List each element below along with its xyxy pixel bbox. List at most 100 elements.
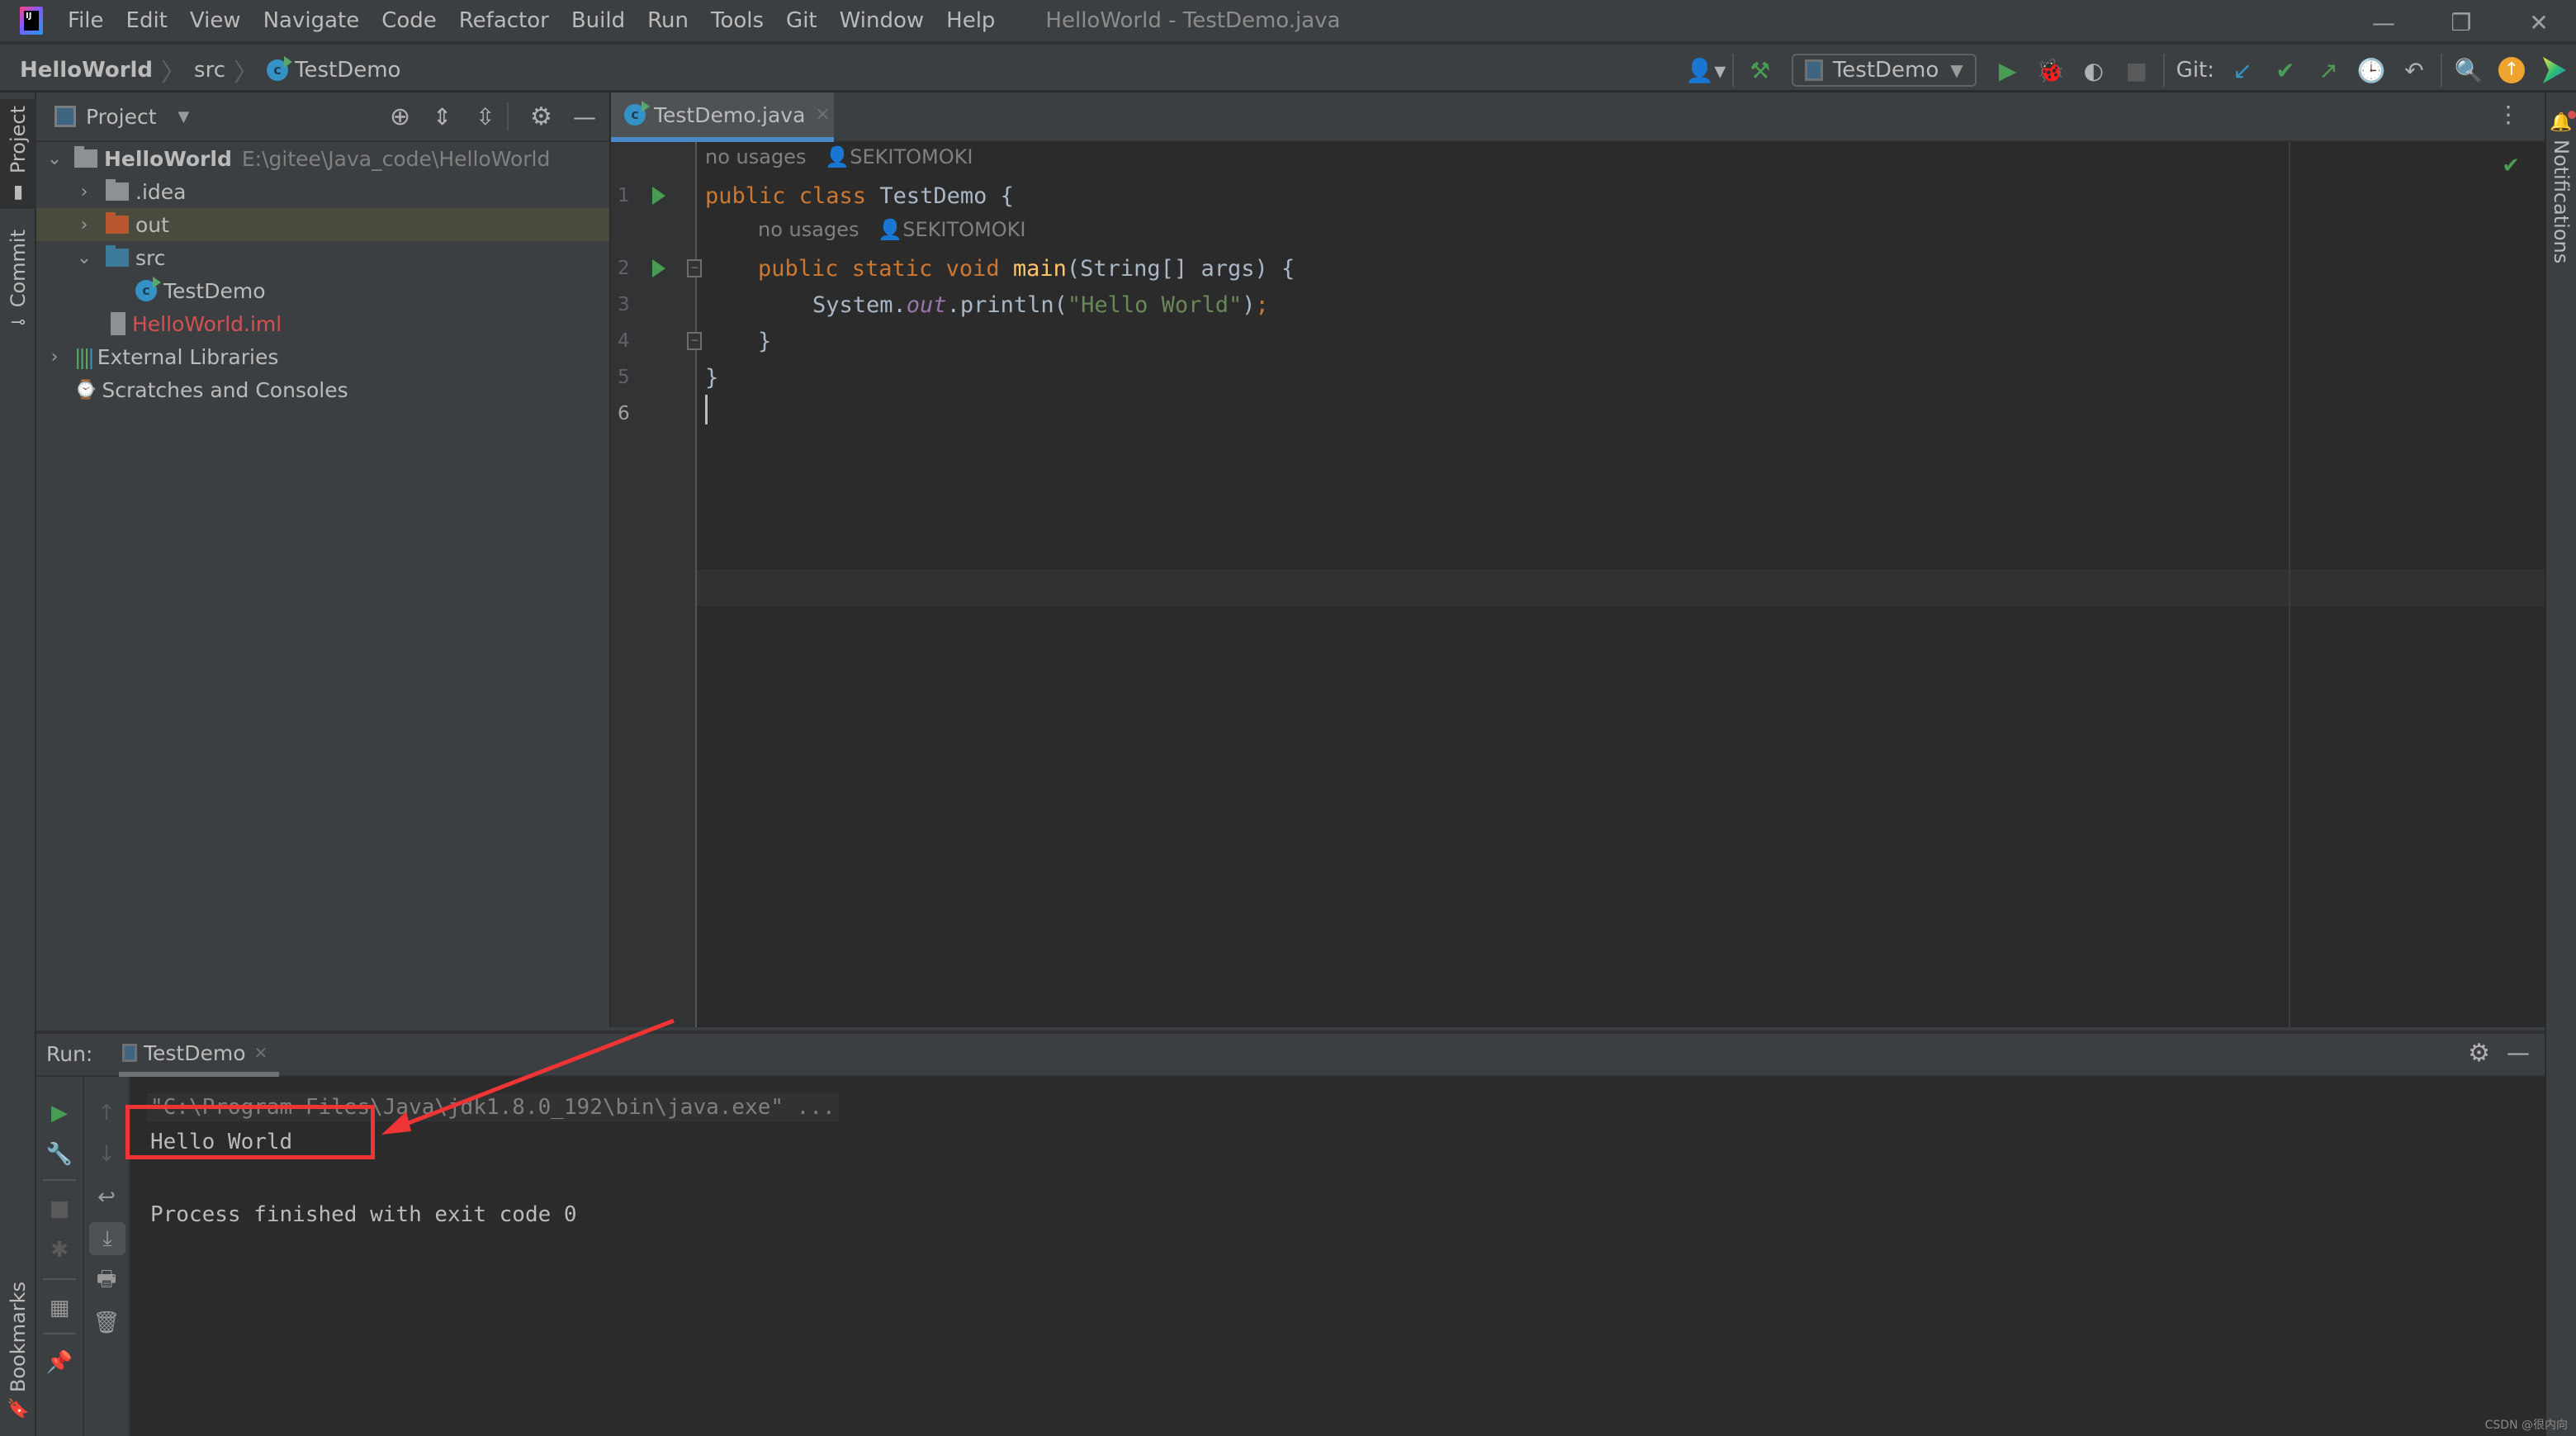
tab-testdemo-java[interactable]: c TestDemo.java ✕ xyxy=(611,92,834,142)
rollback-icon: ↶ xyxy=(2404,56,2424,84)
close-window-button[interactable]: ✕ xyxy=(2502,0,2576,45)
hide-panel-icon[interactable]: — xyxy=(573,103,596,130)
menu-code[interactable]: Code xyxy=(381,8,437,33)
close-tab-icon[interactable]: ✕ xyxy=(254,1043,268,1063)
scroll-up-button[interactable]: ↑ xyxy=(84,1097,129,1130)
restore-button[interactable]: ❐ xyxy=(2424,0,2498,45)
folder-icon: ▮ xyxy=(12,182,24,203)
menu-build[interactable]: Build xyxy=(571,8,625,33)
search-button[interactable]: 🔍 xyxy=(2447,48,2490,92)
run-class-gutter-icon[interactable] xyxy=(652,187,665,205)
scroll-down-button[interactable]: ↓ xyxy=(84,1138,129,1171)
menu-edit[interactable]: Edit xyxy=(126,8,168,33)
menu-run[interactable]: Run xyxy=(647,8,689,33)
git-update-button[interactable]: ↙ xyxy=(2221,48,2264,92)
chevron-expanded-icon[interactable]: ⌄ xyxy=(76,248,92,268)
line-number: 4 xyxy=(618,330,630,352)
settings-gear-icon[interactable]: ⚙ xyxy=(530,102,552,131)
layout-button[interactable]: ▦ xyxy=(36,1291,83,1325)
soft-wrap-button[interactable]: ↩ xyxy=(84,1181,129,1214)
minimize-button[interactable]: — xyxy=(2346,0,2421,45)
coverage-button[interactable]: ◐ xyxy=(2072,48,2115,92)
git-push-button[interactable]: ↗ xyxy=(2307,48,2350,92)
locate-file-icon[interactable]: ⊕ xyxy=(390,102,410,131)
chevron-expanded-icon[interactable]: ⌄ xyxy=(46,149,63,169)
run-main-gutter-icon[interactable] xyxy=(652,259,665,277)
expand-all-icon[interactable]: ⇕ xyxy=(433,103,452,130)
code-vision-inlay[interactable]: no usages 👤SEKITOMOKI xyxy=(758,218,1025,241)
chevron-right-icon[interactable]: › xyxy=(76,182,92,202)
author-hint[interactable]: SEKITOMOKI xyxy=(850,145,973,168)
print-button[interactable]: 🖶 xyxy=(84,1265,129,1298)
run-console-output[interactable]: "C:\Program Files\Java\jdk1.8.0_192\bin\… xyxy=(130,1077,2545,1436)
user-button[interactable]: 👤▾ xyxy=(1684,48,1727,92)
tree-item-src[interactable]: ⌄ src xyxy=(36,241,609,274)
no-problems-check-icon[interactable]: ✔ xyxy=(2502,154,2520,178)
settings-gear-icon[interactable]: ⚙ xyxy=(2468,1039,2490,1068)
clear-all-button[interactable]: 🗑 xyxy=(84,1306,129,1339)
project-tree: ⌄ HelloWorld E:\gitee\Java_code\HelloWor… xyxy=(36,142,609,406)
update-button[interactable]: ↑ xyxy=(2490,48,2533,92)
menu-tools[interactable]: Tools xyxy=(711,8,764,33)
code-editor[interactable]: 1 2 3 4 5 6 − − ✔ no usages 👤SEKITOMOKI … xyxy=(611,142,2545,1027)
tree-item-helloworld[interactable]: ⌄ HelloWorld E:\gitee\Java_code\HelloWor… xyxy=(36,142,609,175)
usages-hint[interactable]: no usages xyxy=(705,145,806,168)
tool-tab-notifications[interactable]: 🔔 Notifications xyxy=(2546,111,2576,263)
run-config-select[interactable]: TestDemo ▼ xyxy=(1791,54,1977,87)
tree-item-out[interactable]: › out xyxy=(36,208,609,241)
breadcrumb-src[interactable]: src xyxy=(194,58,225,83)
menu-view[interactable]: View xyxy=(190,8,241,33)
debug-attach-button[interactable]: ✱ xyxy=(36,1234,83,1267)
rollback-button[interactable]: ↶ xyxy=(2393,48,2436,92)
tree-item-external-libraries[interactable]: › |||| External Libraries xyxy=(36,340,609,373)
title-menu-bar: IJ File Edit View Navigate Code Refactor… xyxy=(0,0,2576,45)
tree-item-scratches[interactable]: ⌚ Scratches and Consoles xyxy=(36,373,609,406)
tree-item-testdemo[interactable]: c TestDemo xyxy=(36,274,609,307)
restore-icon: ❐ xyxy=(2451,8,2472,36)
tool-tab-commit[interactable]: Commit ⊸ xyxy=(0,230,36,333)
stop-button[interactable]: ■ xyxy=(2115,48,2158,92)
menu-help[interactable]: Help xyxy=(946,8,995,33)
menu-navigate[interactable]: Navigate xyxy=(263,8,360,33)
tree-item-iml[interactable]: HelloWorld.iml xyxy=(36,307,609,340)
breadcrumb-project[interactable]: HelloWorld xyxy=(20,58,153,83)
tool-tab-bookmarks[interactable]: Bookmarks 🔖 xyxy=(0,1282,36,1419)
tree-item-idea[interactable]: › .idea xyxy=(36,175,609,208)
pin-tab-button[interactable]: 📌 xyxy=(36,1346,83,1379)
menu-git[interactable]: Git xyxy=(786,8,817,33)
source-folder-icon xyxy=(106,245,129,267)
stop-button[interactable]: ■ xyxy=(36,1192,83,1225)
rerun-button[interactable]: ▶ xyxy=(36,1097,83,1130)
breadcrumb-class[interactable]: TestDemo xyxy=(295,58,400,83)
coverage-icon: ◐ xyxy=(2083,56,2104,84)
run-toolbar-secondary: ↑ ↓ ↩ ⤓ 🖶 🗑 xyxy=(84,1077,130,1436)
chevron-right-icon[interactable]: › xyxy=(76,215,92,235)
code-token: public class xyxy=(705,183,880,209)
collapse-all-icon[interactable]: ⇳ xyxy=(476,103,495,130)
chevron-right-icon[interactable]: › xyxy=(46,347,63,367)
run-tab-testdemo[interactable]: TestDemo ✕ xyxy=(119,1034,280,1077)
toolbox-button[interactable] xyxy=(2533,48,2576,92)
menu-file[interactable]: File xyxy=(68,8,104,33)
menu-window[interactable]: Window xyxy=(840,8,925,33)
history-button[interactable]: 🕒 xyxy=(2350,48,2393,92)
code-vision-inlay[interactable]: no usages 👤SEKITOMOKI xyxy=(705,145,973,168)
git-commit-button[interactable]: ✔ xyxy=(2264,48,2307,92)
build-button[interactable]: ⚒ xyxy=(1739,48,1782,92)
hide-panel-icon[interactable]: — xyxy=(2507,1039,2530,1066)
more-options-icon[interactable]: ⋮ xyxy=(2497,101,2520,128)
fold-icon[interactable]: − xyxy=(687,259,702,277)
fold-icon[interactable]: − xyxy=(687,332,702,350)
debug-button[interactable]: 🐞 xyxy=(2029,48,2072,92)
run-toolbar-primary: ▶ 🔧 ■ ✱ ▦ 📌 xyxy=(36,1077,84,1436)
run-button[interactable]: ▶ xyxy=(1986,48,2029,92)
author-hint[interactable]: SEKITOMOKI xyxy=(902,218,1025,241)
scroll-to-end-button[interactable]: ⤓ xyxy=(89,1222,125,1255)
project-view-select[interactable]: Project xyxy=(86,105,157,129)
menu-refactor[interactable]: Refactor xyxy=(459,8,549,33)
tool-tab-project[interactable]: Project ▮ xyxy=(0,99,36,210)
usages-hint[interactable]: no usages xyxy=(758,218,859,241)
close-tab-icon[interactable]: ✕ xyxy=(815,105,830,126)
modify-config-button[interactable]: 🔧 xyxy=(36,1138,83,1171)
chevron-down-icon[interactable]: ▼ xyxy=(178,108,190,126)
